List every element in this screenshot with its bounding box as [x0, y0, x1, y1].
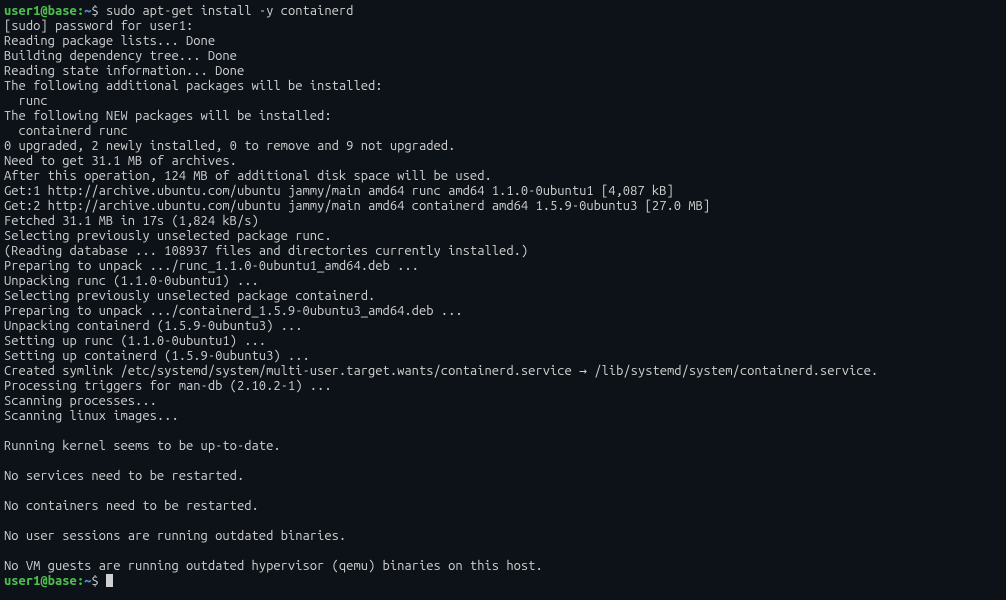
prompt-symbol: $	[91, 4, 106, 18]
output-line: No user sessions are running outdated bi…	[4, 529, 1002, 544]
cursor-icon	[106, 574, 113, 587]
output-line: The following NEW packages will be insta…	[4, 109, 1002, 124]
output-line: Processing triggers for man-db (2.10.2-1…	[4, 379, 1002, 394]
prompt-user-host: user1@base	[4, 574, 77, 588]
output-line: Fetched 31.1 MB in 17s (1,824 kB/s)	[4, 214, 1002, 229]
output-line: Running kernel seems to be up-to-date.	[4, 439, 1002, 454]
output-line: Setting up runc (1.1.0-0ubuntu1) ...	[4, 334, 1002, 349]
output-line: runc	[4, 94, 1002, 109]
command-line: user1@base:~$ sudo apt-get install -y co…	[4, 4, 1002, 19]
output-line: After this operation, 124 MB of addition…	[4, 169, 1002, 184]
output-line: Unpacking runc (1.1.0-0ubuntu1) ...	[4, 274, 1002, 289]
prompt-separator: :	[77, 574, 84, 588]
output-line: No services need to be restarted.	[4, 469, 1002, 484]
prompt-symbol: $	[91, 574, 106, 588]
next-prompt-line: user1@base:~$	[4, 574, 1002, 589]
output-line: No containers need to be restarted.	[4, 499, 1002, 514]
prompt-separator: :	[77, 4, 84, 18]
output-line: Get:2 http://archive.ubuntu.com/ubuntu j…	[4, 199, 1002, 214]
command-text: sudo apt-get install -y containerd	[106, 4, 354, 18]
output-line: Need to get 31.1 MB of archives.	[4, 154, 1002, 169]
output-container: [sudo] password for user1:Reading packag…	[4, 19, 1002, 574]
output-line: The following additional packages will b…	[4, 79, 1002, 94]
output-line	[4, 514, 1002, 529]
output-line: Selecting previously unselected package …	[4, 229, 1002, 244]
output-line: Setting up containerd (1.5.9-0ubuntu3) .…	[4, 349, 1002, 364]
output-line: containerd runc	[4, 124, 1002, 139]
output-line	[4, 454, 1002, 469]
terminal[interactable]: user1@base:~$ sudo apt-get install -y co…	[4, 4, 1002, 589]
output-line	[4, 484, 1002, 499]
prompt-user-host: user1@base	[4, 4, 77, 18]
output-line: Scanning processes...	[4, 394, 1002, 409]
output-line: Preparing to unpack .../containerd_1.5.9…	[4, 304, 1002, 319]
output-line: Reading state information... Done	[4, 64, 1002, 79]
output-line: [sudo] password for user1:	[4, 19, 1002, 34]
output-line: Created symlink /etc/systemd/system/mult…	[4, 364, 1002, 379]
output-line: Unpacking containerd (1.5.9-0ubuntu3) ..…	[4, 319, 1002, 334]
output-line	[4, 424, 1002, 439]
output-line: Reading package lists... Done	[4, 34, 1002, 49]
output-line	[4, 544, 1002, 559]
output-line: No VM guests are running outdated hyperv…	[4, 559, 1002, 574]
output-line: Scanning linux images...	[4, 409, 1002, 424]
output-line: Building dependency tree... Done	[4, 49, 1002, 64]
output-line: Get:1 http://archive.ubuntu.com/ubuntu j…	[4, 184, 1002, 199]
output-line: Preparing to unpack .../runc_1.1.0-0ubun…	[4, 259, 1002, 274]
output-line: Selecting previously unselected package …	[4, 289, 1002, 304]
output-line: (Reading database ... 108937 files and d…	[4, 244, 1002, 259]
output-line: 0 upgraded, 2 newly installed, 0 to remo…	[4, 139, 1002, 154]
